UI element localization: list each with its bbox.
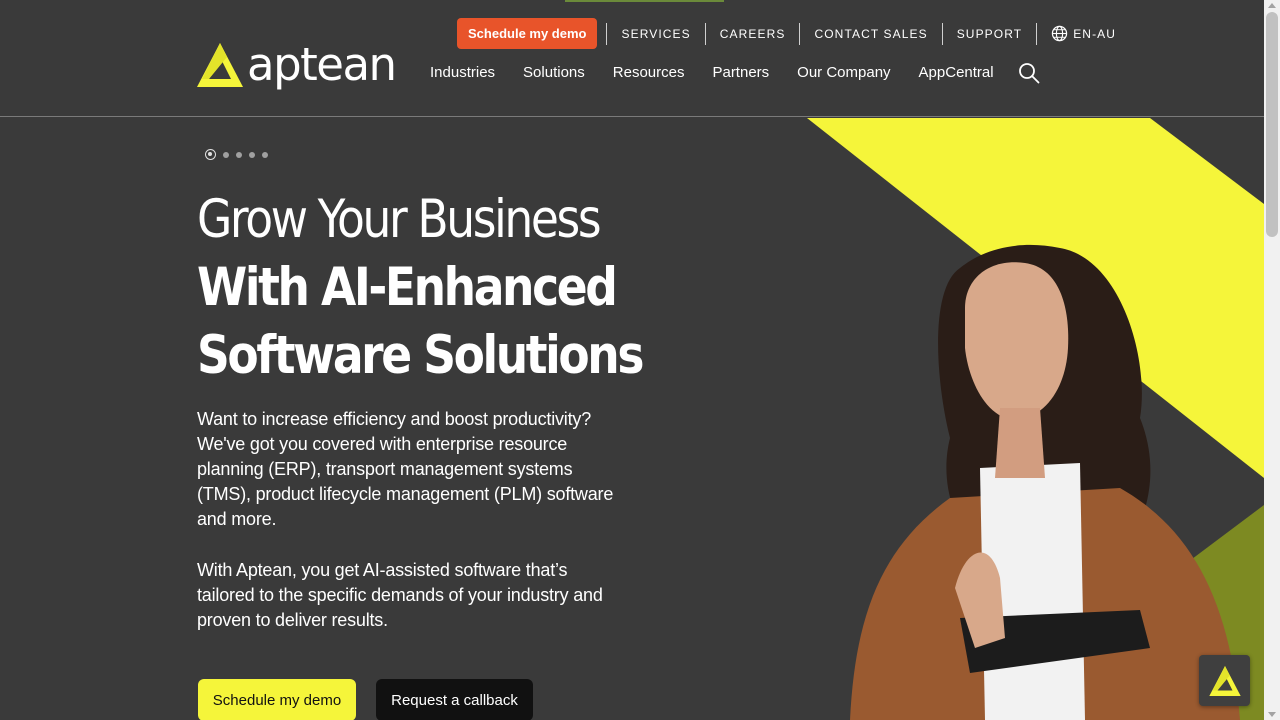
carousel-dot-5[interactable] (262, 151, 268, 158)
nav-partners[interactable]: Partners (712, 64, 769, 81)
nav-our-company[interactable]: Our Company (797, 64, 890, 81)
request-callback-button[interactable]: Request a callback (376, 679, 533, 720)
chat-widget-button[interactable] (1199, 655, 1250, 706)
scroll-up-icon[interactable] (1268, 3, 1276, 8)
aptean-logo[interactable]: aptean (197, 38, 397, 91)
nav-appcentral[interactable]: AppCentral (919, 64, 994, 81)
hero-paragraph-1: Want to increase efficiency and boost pr… (197, 409, 614, 529)
globe-icon (1052, 25, 1068, 42)
schedule-demo-button[interactable]: Schedule my demo (198, 679, 356, 720)
contact-sales-link[interactable]: CONTACT SALES (799, 22, 941, 45)
carousel-indicators (205, 149, 268, 160)
page-scrollbar[interactable] (1264, 0, 1280, 720)
support-link[interactable]: SUPPORT (941, 22, 1037, 45)
scrollbar-thumb[interactable] (1266, 12, 1278, 237)
aptean-chat-icon (1208, 665, 1241, 696)
headline-line-2: With AI-Enhanced (197, 257, 618, 318)
nav-solutions[interactable]: Solutions (523, 64, 585, 81)
header-accent-line (565, 0, 724, 2)
carousel-dot-2[interactable] (223, 151, 229, 158)
carousel-dot-3[interactable] (236, 151, 242, 158)
carousel-dot-1[interactable] (205, 149, 216, 160)
hero-paragraph-2: With Aptean, you get AI-assisted softwar… (197, 560, 603, 630)
search-icon[interactable] (1018, 62, 1040, 84)
schedule-demo-top-button[interactable]: Schedule my demo (457, 18, 598, 49)
aptean-logo-icon (197, 43, 243, 87)
headline-line-1: Grow Your Business (197, 189, 602, 250)
locale-selector[interactable]: EN-AU (1036, 22, 1130, 45)
services-link[interactable]: SERVICES (606, 22, 704, 45)
hero-headline: Grow Your Business With AI-Enhanced Soft… (197, 186, 717, 390)
site-header: aptean Schedule my demo SERVICES CAREERS… (0, 0, 1264, 117)
logo-wordmark: aptean (247, 38, 397, 91)
careers-link[interactable]: CAREERS (704, 22, 800, 45)
nav-resources[interactable]: Resources (613, 64, 685, 81)
headline-line-3: Software Solutions (197, 325, 644, 386)
carousel-dot-4[interactable] (249, 151, 255, 158)
locale-label: EN-AU (1073, 26, 1117, 41)
utility-bar: Schedule my demo SERVICES CAREERS CONTAC… (457, 18, 1130, 49)
main-nav: Industries Solutions Resources Partners … (430, 62, 1022, 82)
nav-industries[interactable]: Industries (430, 64, 495, 81)
scroll-down-icon[interactable] (1268, 712, 1276, 717)
